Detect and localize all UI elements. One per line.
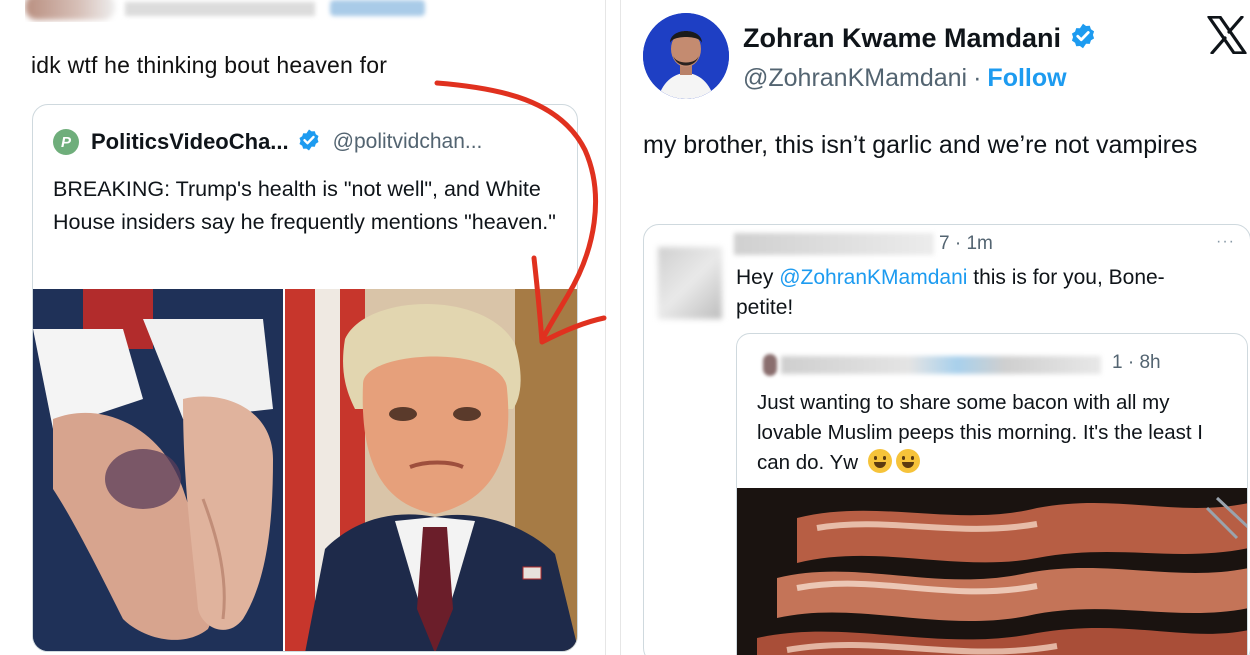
blurred-avatar xyxy=(25,0,115,20)
more-options-icon[interactable]: ··· xyxy=(1216,233,1235,251)
right-screenshot-panel: Zohran Kwame Mamdani @ZohranKMamdani · Fol… xyxy=(620,0,1250,655)
blurred-author-name xyxy=(781,356,1101,374)
separator-dot: · xyxy=(973,64,982,92)
author-name-row: Zohran Kwame Mamdani xyxy=(743,22,1109,55)
hands-photo[interactable] xyxy=(33,289,283,651)
left-screenshot-panel: idk wtf he thinking bout heaven for P Po… xyxy=(0,0,606,655)
follow-button[interactable]: Follow xyxy=(987,64,1066,92)
author-handle[interactable]: @ZohranKMamdani xyxy=(743,64,967,92)
quoted-text-prefix: Hey xyxy=(736,266,780,289)
bacon-photo[interactable] xyxy=(737,488,1247,655)
quoted-author-name[interactable]: PoliticsVideoCha... xyxy=(91,129,289,155)
trump-photo[interactable] xyxy=(285,289,577,651)
quoted-tweet-card[interactable]: P PoliticsVideoCha... @politvidchan... B… xyxy=(32,104,578,652)
quoted-author-avatar[interactable]: P xyxy=(53,129,79,155)
nested-tweet-body: Just wanting to share some bacon with al… xyxy=(757,391,1204,474)
verified-badge-icon xyxy=(1069,22,1097,55)
quoted-tweet-header: P PoliticsVideoCha... @politvidchan... xyxy=(53,129,482,155)
quoted-tweet-card[interactable]: 7 · 1m ··· Hey @ZohranKMamdani this is f… xyxy=(643,224,1250,655)
blurred-author-header xyxy=(25,0,430,22)
nested-quoted-tweet-card[interactable]: 1 · 8h Just wanting to share some bacon … xyxy=(736,333,1248,655)
grinning-face-emoji-icon xyxy=(895,449,920,473)
mention-link[interactable]: @ZohranKMamdani xyxy=(779,266,967,289)
quoted-tweet-text: Hey @ZohranKMamdani this is for you, Bon… xyxy=(736,263,1216,323)
quoted-tweet-timestamp: 7 · 1m xyxy=(939,233,993,254)
tweet-text: my brother, this isn’t garlic and we’re … xyxy=(643,131,1198,159)
tweet-text: idk wtf he thinking bout heaven for xyxy=(31,52,388,78)
grinning-face-emoji-icon xyxy=(867,449,892,473)
author-avatar[interactable] xyxy=(643,13,729,99)
blurred-author-name xyxy=(125,2,315,16)
quoted-tweet-media[interactable] xyxy=(33,289,577,651)
verified-badge-icon xyxy=(297,128,321,157)
author-handle-row: @ZohranKMamdani · Follow xyxy=(743,64,1067,93)
nested-tweet-text: Just wanting to share some bacon with al… xyxy=(757,388,1237,478)
quoted-author-handle[interactable]: @politvidchan... xyxy=(333,130,483,154)
x-logo-icon[interactable] xyxy=(1207,15,1247,59)
author-name[interactable]: Zohran Kwame Mamdani xyxy=(743,23,1061,54)
blurred-avatar xyxy=(763,354,777,376)
blurred-avatar xyxy=(658,247,722,319)
blurred-author-handle xyxy=(330,0,425,16)
quoted-tweet-text: BREAKING: Trump's health is "not well", … xyxy=(53,177,556,234)
blurred-author-name xyxy=(734,233,934,255)
nested-tweet-timestamp: 1 · 8h xyxy=(1112,352,1161,373)
